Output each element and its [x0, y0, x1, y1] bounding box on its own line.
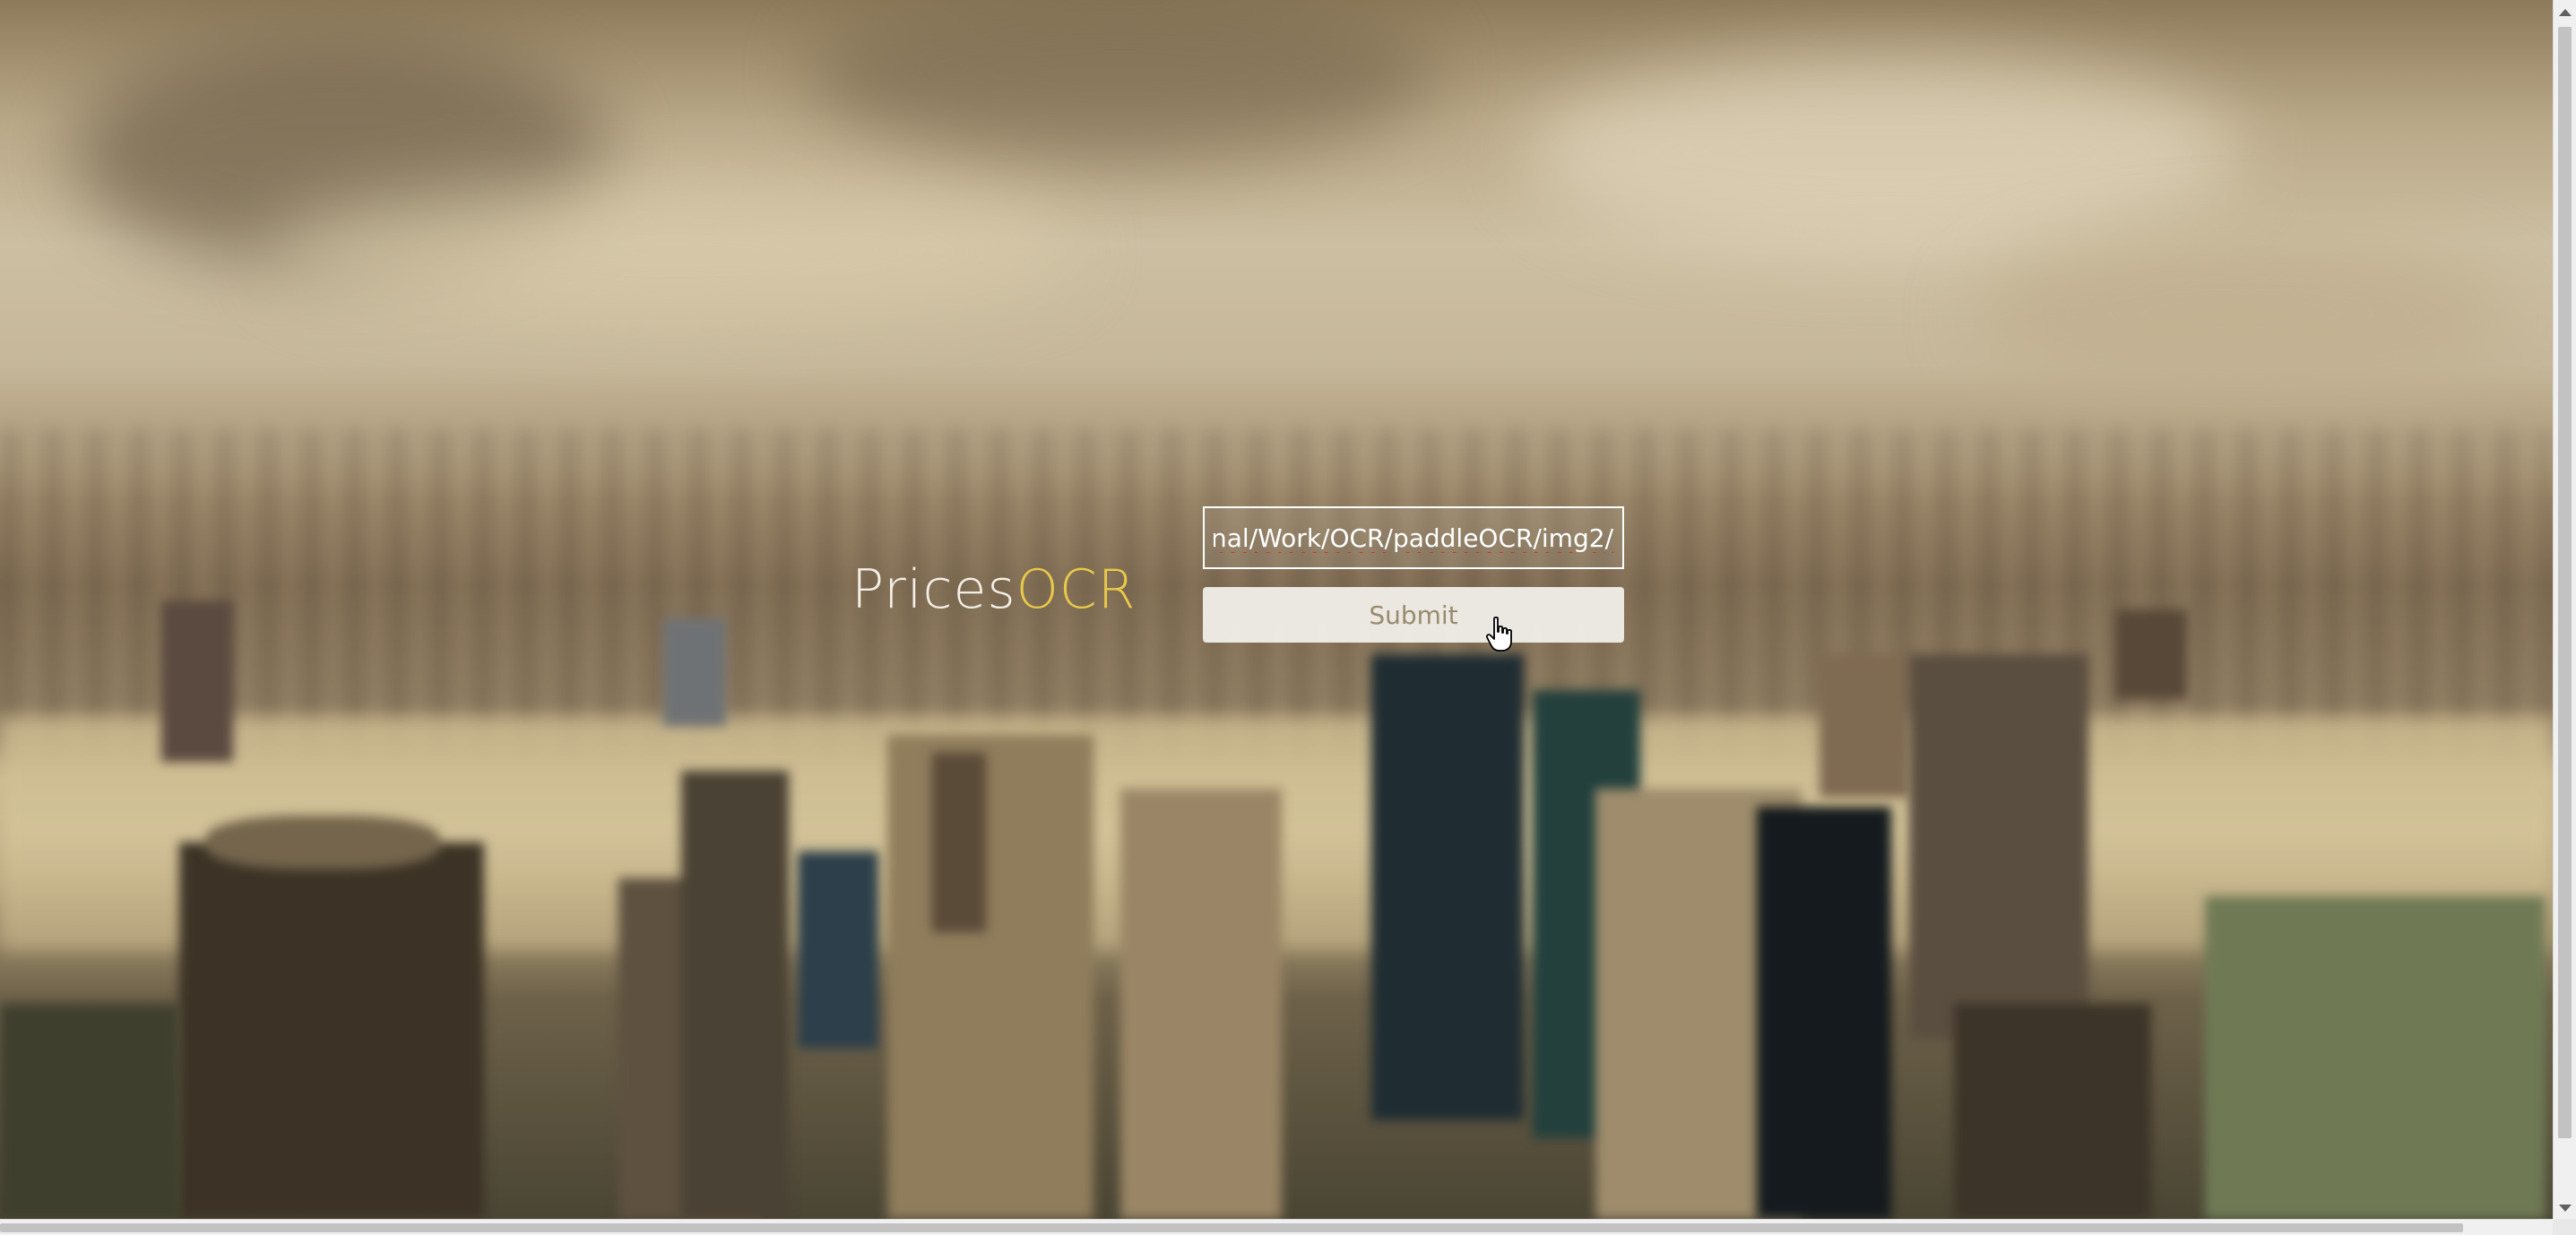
image-path-input[interactable] [1203, 506, 1624, 569]
horizontal-scrollbar-thumb[interactable] [0, 1223, 2463, 1232]
page: PricesOCR Submit [0, 0, 2576, 1235]
vertical-scrollbar[interactable] [2553, 0, 2576, 1219]
hand-pointer-icon [1485, 616, 1517, 652]
brand-title: PricesOCR [851, 554, 1136, 626]
vertical-scrollbar-thumb[interactable] [2558, 27, 2572, 1138]
scrollbar-corner [2553, 1219, 2576, 1235]
horizontal-scrollbar[interactable] [0, 1219, 2553, 1235]
ocr-form: Submit [1203, 506, 1624, 643]
submit-button[interactable]: Submit [1203, 587, 1624, 643]
scroll-down-arrow-icon[interactable] [2559, 1205, 2572, 1212]
brand-title-ocr: OCR [1016, 558, 1137, 621]
scroll-up-arrow-icon[interactable] [2559, 9, 2572, 16]
brand-title-prices: Prices [851, 558, 1016, 621]
